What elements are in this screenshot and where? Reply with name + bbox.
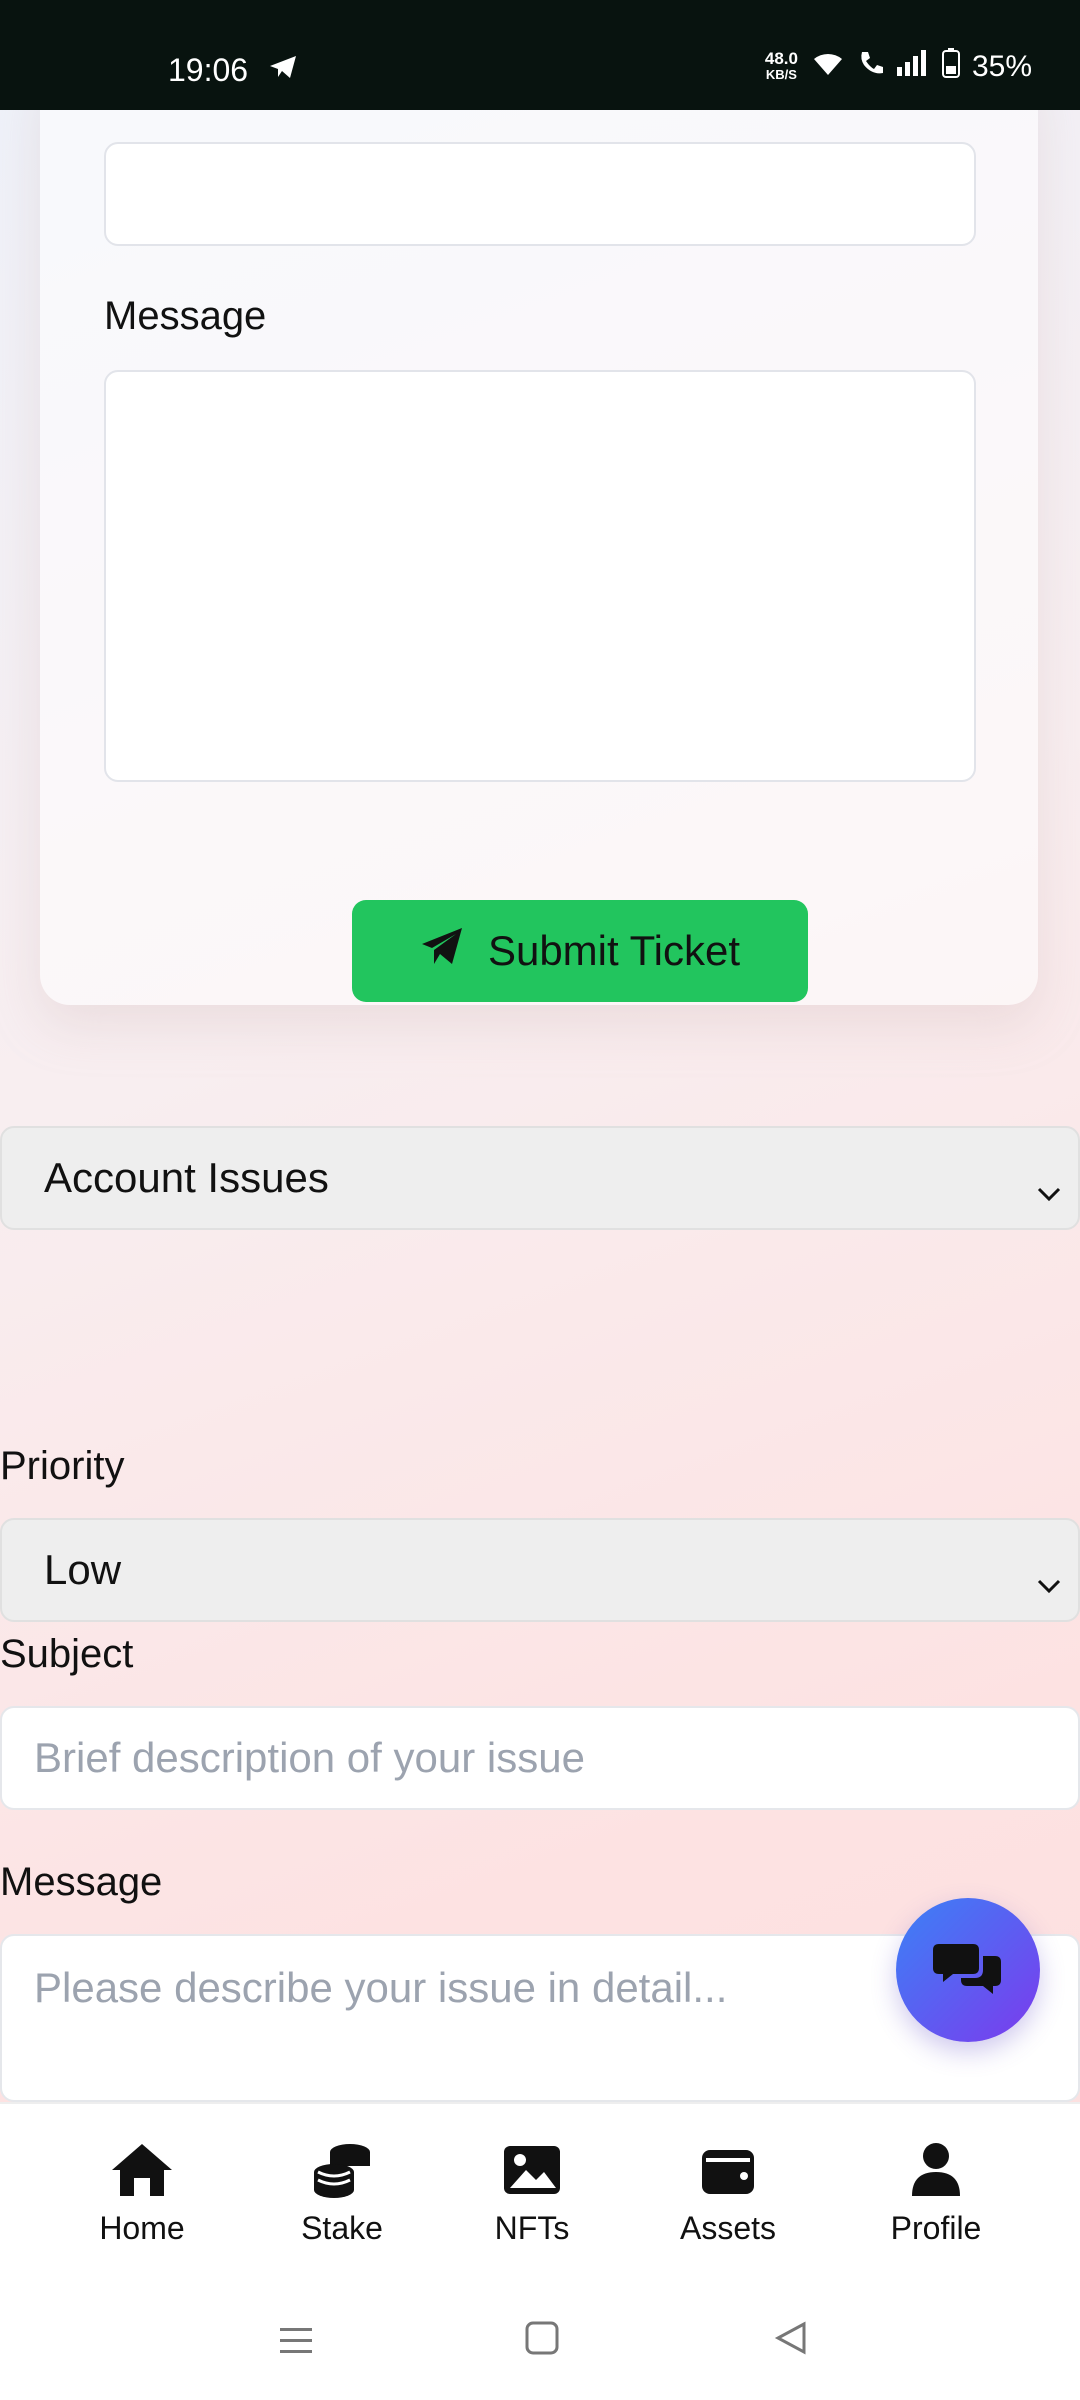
wallet-icon [702, 2150, 754, 2194]
send-icon [420, 926, 464, 976]
category-selected-value: Account Issues [44, 1154, 329, 1201]
message-textarea[interactable] [104, 370, 976, 782]
nav-home[interactable]: Home [62, 2142, 222, 2247]
nav-nfts[interactable]: NFTs [452, 2142, 612, 2247]
wifi-icon [810, 49, 846, 85]
status-time: 19:06 [168, 52, 249, 88]
image-icon [504, 2146, 560, 2194]
nav-assets[interactable]: Assets [648, 2142, 808, 2247]
subject-placeholder: Brief description of your issue [34, 1734, 585, 1781]
chevron-down-icon [1036, 1558, 1062, 1606]
telegram-icon [268, 54, 298, 85]
status-bar: 19:06 48.0 KB/S 35% [0, 0, 1080, 110]
chat-fab-button[interactable] [896, 1898, 1040, 2042]
category-select[interactable]: Account Issues [0, 1126, 1080, 1230]
battery-percent: 35% [971, 50, 1032, 83]
message-placeholder: Please describe your issue in detail... [34, 1964, 728, 2011]
user-icon [912, 2143, 960, 2196]
message-label: Message [104, 294, 267, 338]
subject-field[interactable]: Brief description of your issue [0, 1706, 1080, 1810]
submit-ticket-button[interactable]: Submit Ticket [352, 900, 808, 1002]
submit-ticket-label: Submit Ticket [487, 927, 741, 974]
nav-stake[interactable]: Stake [262, 2142, 422, 2247]
signal-icon [896, 49, 930, 85]
chat-icon [933, 1938, 1003, 2003]
call-icon [858, 49, 884, 85]
coins-icon [314, 2144, 370, 2198]
recents-icon[interactable] [276, 2322, 316, 2363]
ticket-form-card: Message Submit Ticket [40, 60, 1038, 1005]
home-button-icon[interactable] [524, 2320, 560, 2361]
message-label-lower: Message [0, 1860, 163, 1904]
subject-label: Subject [0, 1632, 134, 1676]
nav-profile[interactable]: Profile [856, 2142, 1016, 2247]
system-nav-bar [0, 2282, 1080, 2400]
network-speed: 48.0 KB/S [764, 49, 798, 82]
priority-label: Priority [0, 1444, 125, 1488]
priority-selected-value: Low [44, 1546, 122, 1593]
chevron-down-icon [1036, 1166, 1062, 1214]
battery-icon [941, 48, 960, 86]
priority-select[interactable]: Low [0, 1518, 1080, 1622]
bottom-navigation: Home Stake NFTs Assets Profile [0, 2102, 1080, 2284]
home-icon [112, 2144, 172, 2196]
subject-input[interactable] [104, 142, 976, 246]
back-icon[interactable] [772, 2320, 808, 2361]
